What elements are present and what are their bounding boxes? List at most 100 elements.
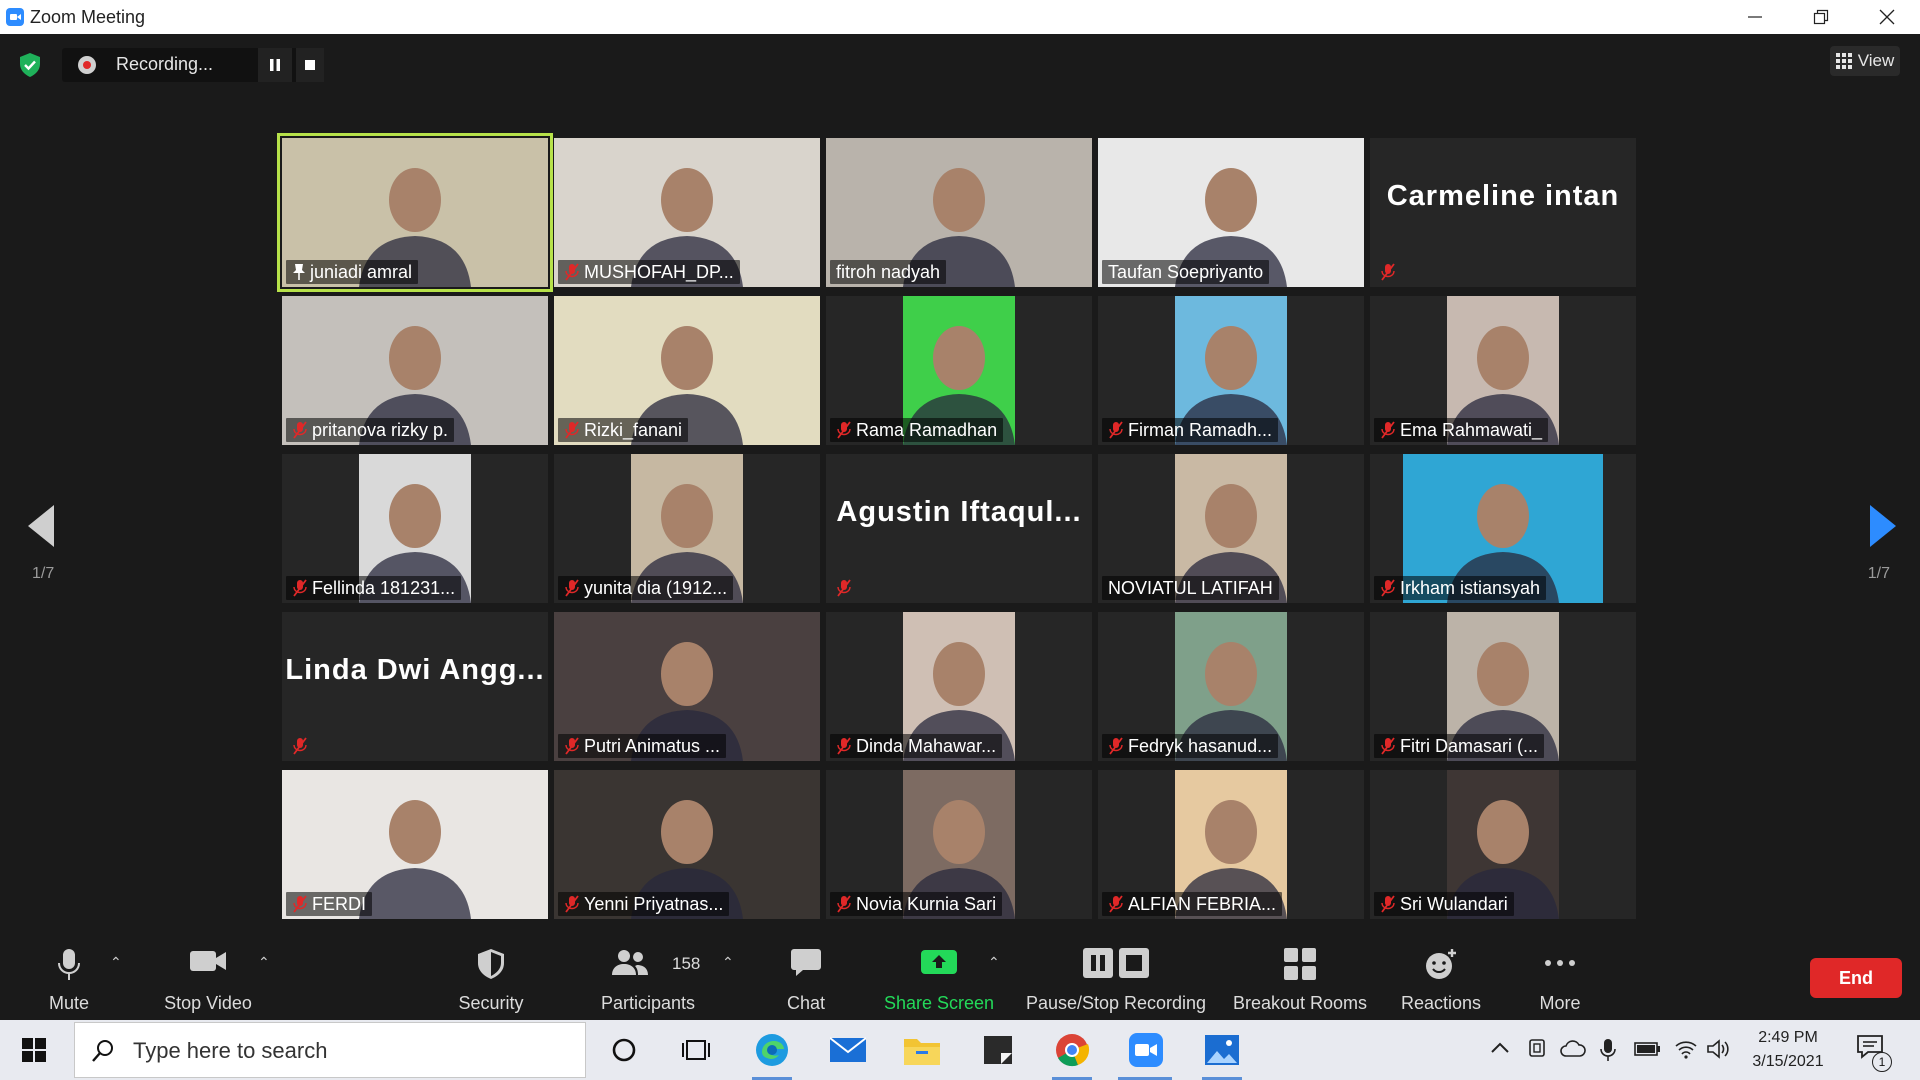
end-meeting-button[interactable]: End — [1810, 958, 1902, 998]
participant-tile[interactable]: Linda Dwi Angg... — [282, 612, 548, 761]
participant-name: Ema Rahmawati_ — [1400, 420, 1543, 440]
participant-tile[interactable]: FERDI — [282, 770, 548, 919]
participant-name: Dinda Mahawar... — [856, 736, 997, 756]
participant-tile[interactable]: Agustin Iftaqul... — [826, 454, 1092, 603]
meeting-toolbar: Mute ⌃ Stop Video ⌃ Security 158 Partici… — [0, 940, 1920, 1020]
pause-stop-recording-button[interactable]: Pause/Stop Recording — [1024, 940, 1208, 1020]
search-input[interactable] — [131, 1035, 565, 1067]
participant-name: Novia Kurnia Sari — [856, 894, 997, 914]
participant-tile[interactable]: fitroh nadyah — [826, 138, 1092, 287]
close-button[interactable] — [1854, 0, 1920, 34]
participants-button[interactable]: 158 Participants — [592, 940, 704, 1020]
microphone-icon — [58, 949, 80, 980]
participant-tile[interactable]: pritanova rizky p. — [282, 296, 548, 445]
participant-name: Sri Wulandari — [1400, 894, 1508, 914]
participant-name-label: Firman Ramadh... — [1102, 418, 1279, 442]
close-icon — [1879, 9, 1895, 25]
participant-tile[interactable]: Fedryk hasanud... — [1098, 612, 1364, 761]
file-explorer-icon[interactable] — [902, 1030, 942, 1070]
participant-tile[interactable]: MUSHOFAH_DP... — [554, 138, 820, 287]
participant-tile[interactable]: Ema Rahmawati_ — [1370, 296, 1636, 445]
page-indicator-left: 1/7 — [32, 565, 55, 582]
pause-stop-recording-icon — [1083, 948, 1149, 978]
mail-icon[interactable] — [828, 1030, 868, 1070]
participant-name-label: NOVIATUL LATIFAH — [1102, 576, 1279, 600]
participants-options-chevron-up-icon[interactable]: ⌃ — [722, 954, 734, 971]
participant-tile[interactable]: Putri Animatus ... — [554, 612, 820, 761]
show-hidden-icons-chevron-up-icon[interactable] — [1490, 1038, 1510, 1058]
participant-name: Fitri Damasari (... — [1400, 736, 1539, 756]
notification-center-button[interactable]: 1 — [1856, 1034, 1892, 1072]
muted-microphone-icon — [293, 421, 307, 439]
chrome-browser-icon[interactable] — [1052, 1030, 1092, 1070]
participant-tile[interactable]: ALFIAN FEBRIA... — [1098, 770, 1364, 919]
next-page-arrow-icon[interactable] — [1870, 505, 1896, 547]
window-title: Zoom Meeting — [30, 7, 146, 27]
stop-video-button[interactable]: Stop Video — [154, 940, 262, 1020]
share-screen-button[interactable]: Share Screen — [880, 940, 998, 1020]
volume-icon[interactable] — [1706, 1038, 1732, 1060]
participant-tile[interactable]: NOVIATUL LATIFAH — [1098, 454, 1364, 603]
windows-start-icon[interactable] — [22, 1038, 46, 1062]
participant-tile[interactable]: Dinda Mahawar... — [826, 612, 1092, 761]
participant-name-label: fitroh nadyah — [830, 260, 947, 284]
participant-tile[interactable]: Fitri Damasari (... — [1370, 612, 1636, 761]
video-options-chevron-up-icon[interactable]: ⌃ — [258, 954, 270, 971]
more-dots-icon — [1545, 960, 1575, 966]
reactions-label: Reactions — [1400, 993, 1482, 1013]
participant-name-label: Irkham istiansyah — [1374, 576, 1547, 600]
participant-tile[interactable]: Rama Ramadhan — [826, 296, 1092, 445]
wifi-icon[interactable] — [1674, 1038, 1698, 1060]
participant-name: Putri Animatus ... — [584, 736, 721, 756]
participant-name: yunita dia (1912... — [584, 578, 728, 598]
participant-tile[interactable]: Irkham istiansyah — [1370, 454, 1636, 603]
chat-button[interactable]: Chat — [776, 940, 836, 1020]
security-button[interactable]: Security — [446, 940, 536, 1020]
participant-tile[interactable]: Novia Kurnia Sari — [826, 770, 1092, 919]
edge-browser-icon[interactable] — [752, 1030, 792, 1070]
reactions-button[interactable]: Reactions — [1396, 940, 1486, 1020]
stop-recording-button[interactable] — [296, 48, 324, 82]
participant-tile[interactable]: yunita dia (1912... — [554, 454, 820, 603]
taskbar-search-box[interactable] — [74, 1022, 586, 1078]
zoom-taskbar-icon[interactable] — [1126, 1030, 1166, 1070]
device-tray-icon[interactable] — [1528, 1038, 1548, 1060]
participant-name-label: Dinda Mahawar... — [830, 734, 1003, 758]
participant-tile[interactable]: Carmeline intan — [1370, 138, 1636, 287]
battery-icon[interactable] — [1634, 1038, 1662, 1060]
participant-tile[interactable]: Fellinda 181231... — [282, 454, 548, 603]
muted-microphone-icon — [293, 579, 307, 597]
share-options-chevron-up-icon[interactable]: ⌃ — [988, 954, 1000, 971]
participant-name-label: FERDI — [286, 892, 372, 916]
task-view-icon[interactable] — [676, 1030, 716, 1070]
previous-page-arrow-icon[interactable] — [28, 505, 54, 547]
participant-tile[interactable]: Sri Wulandari — [1370, 770, 1636, 919]
onedrive-cloud-icon[interactable] — [1560, 1038, 1586, 1060]
encryption-shield-icon[interactable] — [18, 52, 42, 78]
breakout-rooms-button[interactable]: Breakout Rooms — [1232, 940, 1368, 1020]
participant-tile[interactable]: Firman Ramadh... — [1098, 296, 1364, 445]
more-button[interactable]: More — [1530, 940, 1590, 1020]
clock-date: 3/15/2021 — [1752, 1053, 1824, 1070]
audio-options-chevron-up-icon[interactable]: ⌃ — [110, 954, 122, 971]
muted-microphone-icon — [1109, 737, 1123, 755]
muted-microphone-icon — [1381, 895, 1395, 913]
photos-app-icon[interactable] — [1202, 1030, 1242, 1070]
view-button[interactable]: View — [1830, 46, 1900, 76]
participant-name: Rama Ramadhan — [856, 420, 998, 440]
system-clock[interactable]: 2:49 PM 3/15/2021 — [1740, 1026, 1836, 1074]
restore-button[interactable] — [1788, 0, 1854, 34]
windows-taskbar: 2:49 PM 3/15/2021 1 — [0, 1020, 1920, 1080]
participant-tile[interactable]: Yenni Priyatnas... — [554, 770, 820, 919]
cortana-icon[interactable] — [604, 1030, 644, 1070]
sticky-notes-icon[interactable] — [978, 1030, 1018, 1070]
participant-name-label: Ema Rahmawati_ — [1374, 418, 1549, 442]
participant-tile[interactable]: juniadi amral — [277, 133, 553, 292]
participant-name-label: MUSHOFAH_DP... — [558, 260, 740, 284]
minimize-button[interactable] — [1722, 0, 1788, 34]
participant-tile[interactable]: Rizki_fanani — [554, 296, 820, 445]
microphone-tray-icon[interactable] — [1600, 1038, 1616, 1062]
participant-tile[interactable]: Taufan Soepriyanto — [1098, 138, 1364, 287]
mute-button[interactable]: Mute — [30, 940, 108, 1020]
pause-recording-button[interactable] — [258, 48, 292, 82]
